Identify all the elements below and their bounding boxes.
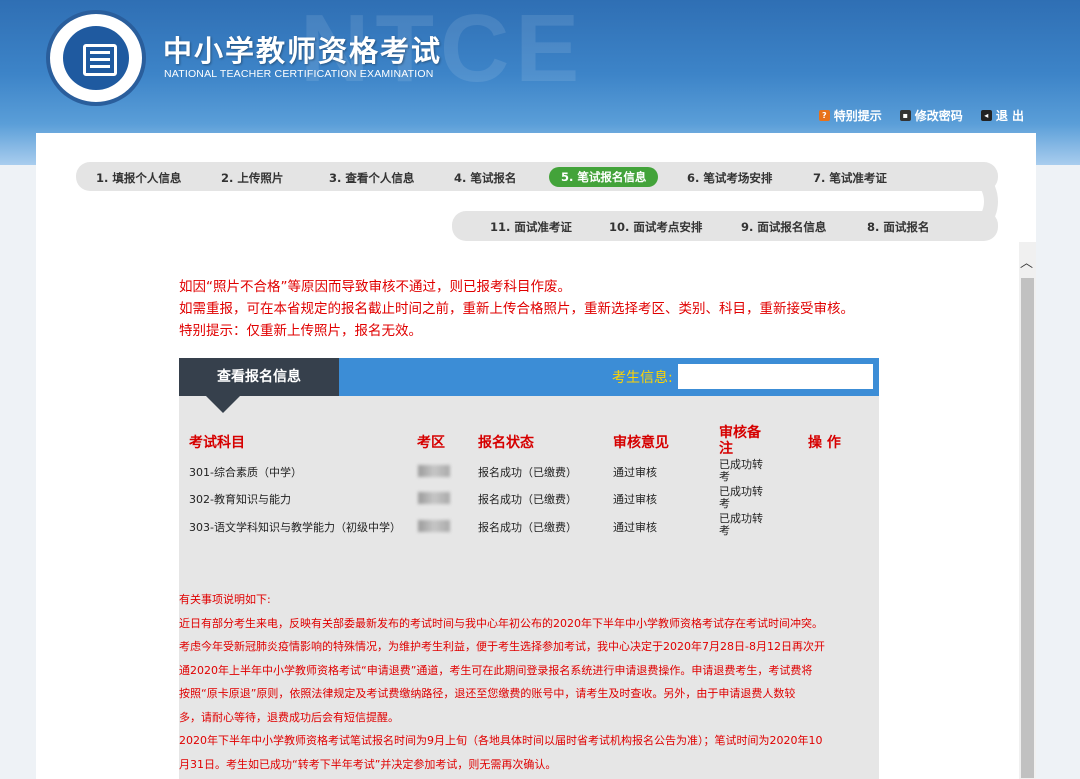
- step-5-active[interactable]: 5. 笔试报名信息: [549, 167, 659, 187]
- step-11[interactable]: 11. 面试准考证: [490, 219, 572, 235]
- col-header-remark: 审核备注: [719, 425, 761, 457]
- site-subtitle: NATIONAL TEACHER CERTIFICATION EXAMINATI…: [164, 68, 434, 80]
- site-title: 中小学教师资格考试: [163, 34, 443, 68]
- book-icon: [83, 44, 117, 76]
- candidate-info-field[interactable]: [678, 364, 873, 389]
- notes-line: 近日有部分考生来电，反映有关部委最新发布的考试时间与我中心年初公布的2020年下…: [179, 616, 823, 630]
- notes-section: 有关事项说明如下: 近日有部分考生来电，反映有关部委最新发布的考试时间与我中心年…: [179, 588, 879, 776]
- row1-subject: 301-综合素质（中学）: [189, 466, 302, 479]
- step-3[interactable]: 3. 查看个人信息: [329, 170, 414, 186]
- step-9[interactable]: 9. 面试报名信息: [741, 219, 826, 235]
- exit-icon: ◂: [980, 110, 992, 121]
- step-4[interactable]: 4. 笔试报名: [454, 170, 516, 186]
- step-8[interactable]: 8. 面试报名: [867, 219, 929, 235]
- notes-line: 多，请耐心等待，退费成功后会有短信提醒。: [179, 710, 399, 724]
- notes-line: 通2020年上半年中小学教师资格考试“申请退费”通道，考生可在此期间登录报名系统…: [179, 663, 813, 677]
- col-header-review: 审核意见: [613, 435, 669, 451]
- tab-pointer: [206, 396, 240, 413]
- row2-review: 通过审核: [613, 493, 657, 506]
- candidate-info-label: 考生信息:: [612, 370, 673, 386]
- row3-remark: 已成功转考: [719, 512, 763, 537]
- change-password-link[interactable]: ▪ 修改密码: [899, 107, 963, 124]
- col-header-region: 考区: [417, 435, 445, 451]
- row3-region-redacted: [418, 520, 450, 532]
- registration-info-panel: 查看报名信息 考生信息: 考试科目 考区 报名状态 审核意见 审核备注 操 作 …: [179, 358, 879, 779]
- row2-subject: 302-教育知识与能力: [189, 493, 291, 506]
- row1-status: 报名成功（已缴费）: [478, 466, 577, 479]
- notes-heading: 有关事项说明如下:: [179, 593, 271, 606]
- help-icon: ?: [818, 110, 830, 121]
- step-6[interactable]: 6. 笔试考场安排: [687, 170, 772, 186]
- step-10[interactable]: 10. 面试考点安排: [609, 219, 702, 235]
- scrollbar-thumb[interactable]: [1021, 278, 1034, 778]
- col-header-status: 报名状态: [478, 435, 534, 451]
- step-1[interactable]: 1. 填报个人信息: [96, 170, 181, 186]
- tab-view-registration[interactable]: 查看报名信息: [179, 358, 339, 396]
- step-7[interactable]: 7. 笔试准考证: [813, 170, 887, 186]
- notes-line: 月31日。考生如已成功“转考下半年考试”并决定参加考试，则无需再次确认。: [179, 757, 557, 771]
- row2-status: 报名成功（已缴费）: [478, 493, 577, 506]
- photo-notice: 如因“照片不合格”等原因而导致审核不通过，则已报考科目作废。 如需重报，可在本省…: [179, 279, 854, 339]
- logout-link[interactable]: ◂ 退 出: [980, 107, 1024, 124]
- col-header-action: 操 作: [808, 435, 841, 451]
- row1-remark: 已成功转考: [719, 458, 763, 483]
- step-2[interactable]: 2. 上传照片: [221, 170, 283, 186]
- notes-line: 2020年下半年中小学教师资格考试笔试报名时间为9月上旬（各地具体时间以届时省考…: [179, 734, 823, 747]
- notes-line: 考虑今年受新冠肺炎疫情影响的特殊情况，为维护考生利益，便于考生选择参加考试，我中…: [179, 640, 825, 653]
- col-header-subject: 考试科目: [189, 435, 245, 451]
- key-icon: ▪: [899, 110, 911, 121]
- row1-region-redacted: [418, 465, 450, 477]
- row3-review: 通过审核: [613, 521, 657, 534]
- notes-line: 按照“原卡原退”原则，依照法律规定及考试费缴纳路径，退还至您缴费的账号中，请考生…: [179, 687, 796, 700]
- row3-status: 报名成功（已缴费）: [478, 521, 577, 534]
- row3-subject: 303-语文学科知识与教学能力（初级中学）: [189, 521, 401, 534]
- scroll-up-icon[interactable]: ︿: [1020, 252, 1033, 271]
- ntce-logo: [46, 10, 146, 106]
- row1-review: 通过审核: [613, 466, 657, 479]
- special-notice-link[interactable]: ? 特别提示: [818, 107, 882, 124]
- row2-region-redacted: [418, 492, 450, 504]
- scrollbar[interactable]: ︿: [1019, 242, 1036, 779]
- row2-remark: 已成功转考: [719, 485, 763, 510]
